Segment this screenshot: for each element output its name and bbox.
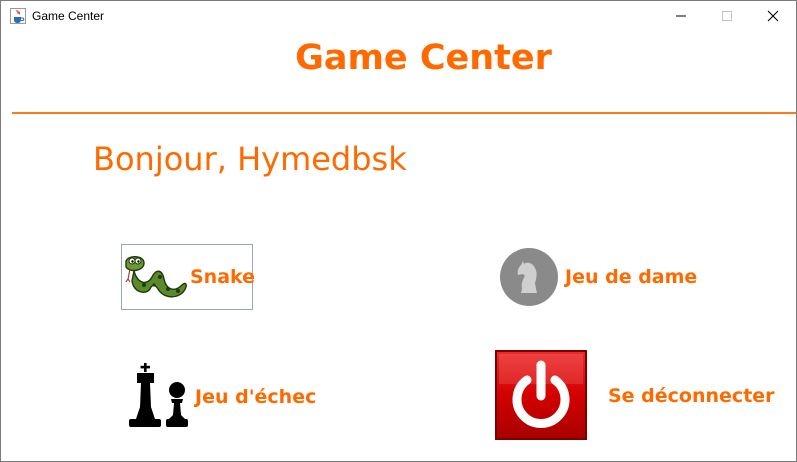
snake-button[interactable]: Snake — [121, 244, 256, 310]
logout-button[interactable]: Se déconnecter — [495, 350, 775, 440]
game-center-window: Game Center Game Center Bonjour, Hymedbs… — [0, 0, 797, 462]
dame-button[interactable]: Jeu de dame — [499, 247, 699, 307]
echec-label: Jeu d'échec — [195, 386, 317, 408]
close-button[interactable] — [750, 1, 796, 31]
header-separator — [12, 112, 796, 114]
maximize-icon — [722, 11, 732, 21]
dame-label: Jeu de dame — [565, 266, 698, 288]
page-title: Game Center — [295, 38, 552, 78]
greeting-text: Bonjour, Hymedbsk — [93, 140, 407, 178]
minimize-icon — [676, 15, 686, 17]
window-title: Game Center — [32, 9, 105, 23]
title-bar[interactable]: Game Center — [1, 1, 796, 31]
power-icon — [495, 350, 587, 440]
minimize-button[interactable] — [658, 1, 704, 31]
snake-label: Snake — [190, 266, 256, 288]
logout-label: Se déconnecter — [608, 385, 775, 407]
echec-button[interactable]: Jeu d'échec — [127, 361, 327, 431]
snake-icon — [125, 256, 187, 298]
close-icon — [767, 10, 779, 22]
chess-king-pawn-icon — [129, 363, 188, 427]
java-cup-icon — [10, 8, 26, 24]
knight-piece-icon — [500, 248, 558, 306]
maximize-button[interactable] — [704, 1, 750, 31]
